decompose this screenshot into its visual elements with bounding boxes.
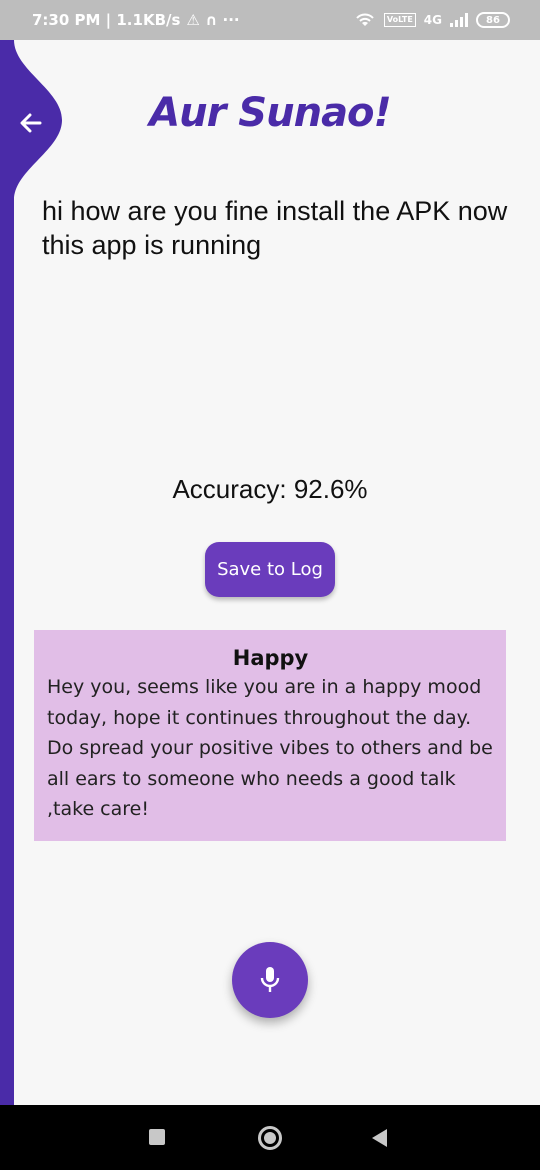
volte-badge: VoLTE (383, 13, 416, 27)
mood-card: Happy Hey you, seems like you are in a h… (34, 630, 506, 841)
accuracy-label: Accuracy: 92.6% (172, 474, 368, 504)
status-right: VoLTE 4G 86 (354, 12, 510, 28)
microphone-icon (260, 967, 280, 992)
status-bar: 7:30 PM | 1.1KB/s ⚠ ∩ ··· VoLTE 4G 86 (0, 0, 540, 40)
system-navigation-bar (0, 1105, 540, 1170)
home-circle-icon[interactable] (258, 1126, 282, 1150)
status-time: 7:30 PM | 1.1KB/s (32, 11, 181, 29)
back-triangle-icon[interactable] (372, 1129, 387, 1147)
recents-square-icon[interactable] (149, 1129, 165, 1145)
wifi-icon (356, 13, 374, 26)
mood-title: Happy (232, 646, 309, 670)
microphone-button[interactable] (232, 942, 308, 1018)
battery-icon: 86 (476, 12, 510, 28)
app-title: Aur Sunao! (149, 90, 392, 136)
speech-transcript: hi how are you fine install the APK now … (42, 196, 508, 260)
mood-message: Hey you, seems like you are in a happy m… (47, 676, 493, 820)
save-to-log-button[interactable]: Save to Log (205, 542, 335, 597)
signal-icon (450, 13, 468, 27)
notification-icons: ⚠ ∩ ··· (186, 11, 240, 29)
status-left: 7:30 PM | 1.1KB/s ⚠ ∩ ··· (32, 11, 240, 29)
network-type: 4G (423, 13, 442, 27)
